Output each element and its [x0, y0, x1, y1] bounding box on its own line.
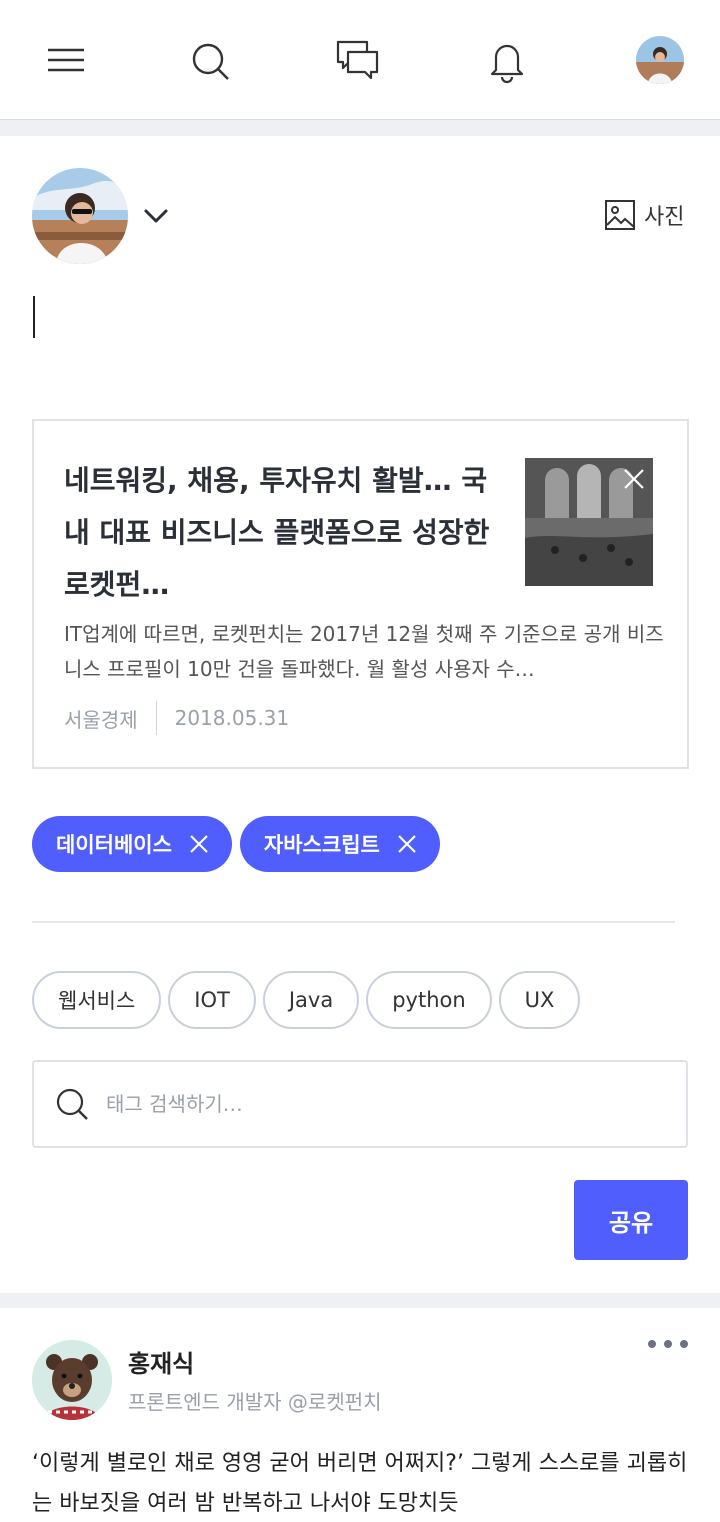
- photo-label: 사진: [644, 205, 685, 230]
- selected-tag[interactable]: 자바스크립트: [239, 816, 440, 872]
- composer-avatar: [32, 168, 128, 264]
- post-composer: 사진 네트워킹, 채용, 투자유치 활발… 국내 대표 비즈니스 플랫폼으로 성…: [0, 136, 720, 1293]
- bell-icon[interactable]: [482, 36, 532, 86]
- share-button[interactable]: 공유: [574, 1180, 688, 1260]
- author-name[interactable]: 홍재식: [128, 1344, 194, 1379]
- suggested-tag[interactable]: 웹서비스: [32, 971, 162, 1029]
- close-icon[interactable]: [188, 833, 210, 855]
- suggested-tags: 웹서비스 IOT Java python UX: [32, 971, 581, 1029]
- image-icon: [605, 200, 635, 230]
- tag-search-input[interactable]: [106, 1092, 626, 1116]
- link-preview-card[interactable]: 네트워킹, 채용, 투자유치 활발… 국내 대표 비즈니스 플랫폼으로 성장한 …: [32, 419, 689, 769]
- menu-icon[interactable]: [41, 36, 91, 86]
- selected-tag-label: 데이터베이스: [56, 833, 172, 857]
- link-date: 2018.05.31: [174, 706, 290, 730]
- link-source: 서울경제: [64, 707, 138, 732]
- photo-button[interactable]: 사진: [604, 198, 684, 232]
- chat-icon[interactable]: [333, 36, 383, 86]
- selected-tags: 데이터베이스 자바스크립트: [32, 816, 440, 872]
- suggested-tag[interactable]: Java: [262, 971, 360, 1029]
- search-icon[interactable]: [185, 36, 235, 86]
- selected-tag-label: 자바스크립트: [263, 833, 380, 857]
- divider: [32, 921, 675, 923]
- author-avatar[interactable]: [32, 1340, 112, 1420]
- chevron-down-icon[interactable]: [142, 206, 170, 226]
- feed-post: 홍재식 프론트엔드 개발자 @로켓펀치 ‘이렇게 별로인 채로 영영 굳어 버리…: [0, 1308, 720, 1522]
- selected-tag[interactable]: 데이터베이스: [32, 816, 232, 872]
- meta-divider: [155, 701, 157, 735]
- close-icon[interactable]: [396, 833, 418, 855]
- text-cursor[interactable]: [33, 296, 35, 338]
- link-meta: 서울경제 2018.05.31: [64, 701, 289, 735]
- suggested-tag[interactable]: UX: [498, 971, 581, 1029]
- link-title: 네트워킹, 채용, 투자유치 활발… 국내 대표 비즈니스 플랫폼으로 성장한 …: [64, 464, 490, 601]
- link-description: IT업계에 따르면, 로켓펀치는 2017년 12월 첫째 주 기준으로 공개 …: [64, 622, 664, 681]
- suggested-tag[interactable]: python: [366, 971, 492, 1029]
- more-options-icon[interactable]: [646, 1338, 690, 1350]
- search-icon: [56, 1088, 88, 1120]
- tag-search: [32, 1060, 688, 1148]
- post-body: ‘이렇게 별로인 채로 영영 굳어 버리면 어쩌지?’ 그렇게 스스로를 괴롭히…: [32, 1451, 688, 1516]
- top-bar: [0, 0, 720, 120]
- suggested-tag[interactable]: IOT: [168, 971, 256, 1029]
- profile-avatar[interactable]: [636, 36, 684, 84]
- remove-link-icon[interactable]: [621, 466, 647, 492]
- author-subtitle: 프론트엔드 개발자 @로켓펀치: [128, 1390, 382, 1414]
- link-thumbnail: [525, 458, 653, 586]
